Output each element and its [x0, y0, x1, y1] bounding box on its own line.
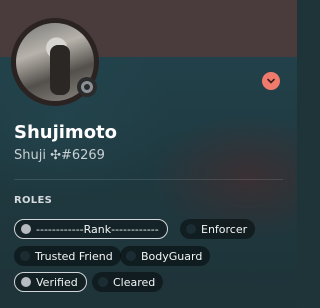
- role-chip-verified[interactable]: Verified: [14, 272, 87, 292]
- role-chip-trusted-friend[interactable]: Trusted Friend: [14, 246, 121, 266]
- role-color-dot: [21, 277, 31, 287]
- role-label: ------------Rank------------: [36, 222, 159, 236]
- profile-tag: Shuji ✣#6269: [14, 148, 105, 163]
- chevron-down-icon[interactable]: [262, 72, 280, 90]
- role-color-dot: [21, 224, 31, 234]
- role-chip-cleared[interactable]: Cleared: [92, 272, 164, 292]
- role-label: Enforcer: [201, 222, 248, 236]
- status-ring-icon: [77, 77, 97, 97]
- role-label: Trusted Friend: [35, 249, 113, 263]
- profile-username: Shujimoto: [14, 122, 118, 143]
- role-label: Verified: [36, 275, 78, 289]
- divider: [14, 179, 283, 180]
- role-chip-enforcer[interactable]: Enforcer: [180, 219, 256, 239]
- role-chip-rank[interactable]: ------------Rank------------: [14, 219, 168, 239]
- role-color-dot: [126, 251, 136, 261]
- role-label: Cleared: [113, 275, 156, 289]
- role-chip-bodyguard[interactable]: BodyGuard: [120, 246, 211, 266]
- role-color-dot: [186, 224, 196, 234]
- roles-header: ROLES: [14, 195, 53, 206]
- role-color-dot: [20, 251, 30, 261]
- role-label: BodyGuard: [141, 249, 203, 263]
- role-color-dot: [98, 277, 108, 287]
